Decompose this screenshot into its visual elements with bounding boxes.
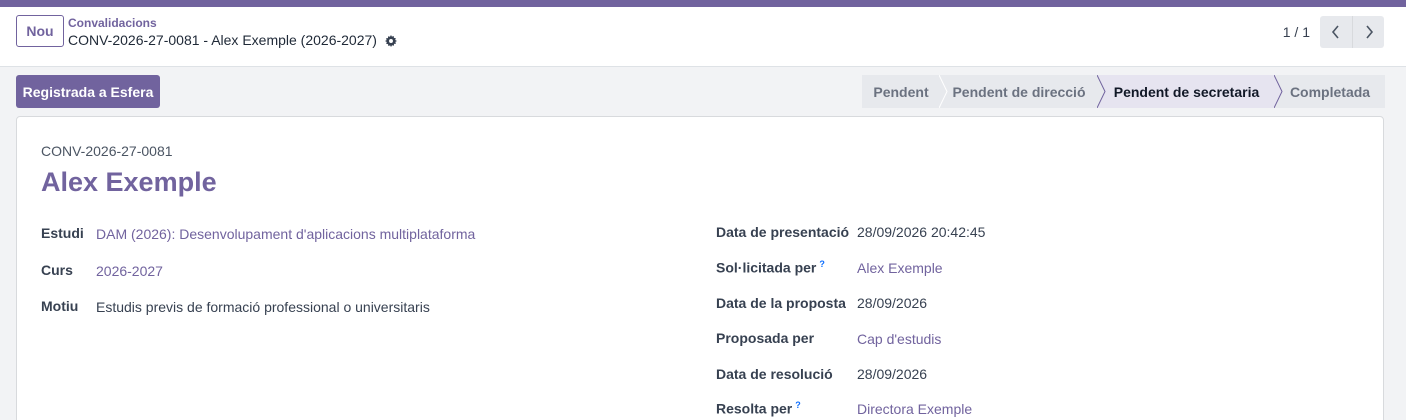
label-data-presentacio: Data de presentació	[716, 224, 850, 240]
label-resolta-per: Resolta per?	[716, 400, 801, 417]
record-name: Alex Exemple	[41, 167, 217, 197]
label-text: Resolta per	[716, 400, 793, 417]
stage-label: Completada	[1289, 83, 1371, 100]
label-data-resolucio: Data de resolució	[716, 366, 833, 382]
value-data-proposta: 28/09/2026	[857, 295, 928, 311]
label-proposada-per: Proposada per	[716, 330, 815, 346]
pager-value[interactable]: 1 / 1	[1270, 24, 1310, 40]
stage-label: Pendent de direcció	[952, 83, 1086, 100]
registrada-esfera-button[interactable]: Registrada a Esfera	[16, 75, 160, 108]
value-data-resolucio: 28/09/2026	[857, 366, 928, 382]
value-data-presentacio: 28/09/2026 20:42:45	[857, 224, 986, 240]
value-proposada-per[interactable]: Cap d'estudis	[857, 331, 941, 347]
status-bar: Pendent Pendent de direcció Pendent de s…	[862, 75, 1385, 108]
stage-label: Pendent	[873, 83, 929, 100]
top-accent-bar	[0, 0, 1406, 7]
stage-pendent[interactable]: Pendent	[862, 75, 948, 108]
stage-pendent-direccio[interactable]: Pendent de direcció	[940, 75, 1106, 108]
record-title-text: CONV-2026-27-0081 - Alex Exemple (2026-2…	[68, 32, 377, 48]
help-tooltip-icon[interactable]: ?	[819, 259, 825, 269]
pager-next-button[interactable]	[1352, 16, 1384, 48]
record-title: CONV-2026-27-0081 - Alex Exemple (2026-2…	[68, 32, 397, 48]
form-sheet: CONV-2026-27-0081 Alex Exemple Estudi DA…	[16, 116, 1384, 420]
breadcrumb-convalidacions[interactable]: Convalidacions	[68, 16, 157, 30]
label-motiu: Motiu	[41, 298, 79, 314]
control-panel: Nou Convalidacions CONV-2026-27-0081 - A…	[0, 7, 1406, 67]
stage-label: Pendent de secretaria	[1113, 83, 1260, 100]
value-resolta-per[interactable]: Directora Exemple	[857, 401, 972, 417]
pager-previous-button[interactable]	[1320, 16, 1352, 48]
new-button[interactable]: Nou	[16, 15, 64, 47]
record-reference: CONV-2026-27-0081	[41, 143, 173, 159]
stage-pendent-secretaria[interactable]: Pendent de secretaria	[1098, 75, 1283, 108]
label-data-proposta: Data de la proposta	[716, 295, 846, 311]
gear-icon[interactable]	[384, 34, 397, 47]
value-curs[interactable]: 2026-2027	[96, 263, 163, 279]
chevron-left-icon	[1331, 25, 1339, 39]
stage-separator	[1097, 75, 1106, 108]
stage-completada[interactable]: Completada	[1275, 75, 1385, 108]
label-estudi: Estudi	[41, 225, 84, 241]
stage-separator	[939, 75, 948, 108]
value-motiu: Estudis previs de formació professional …	[96, 299, 430, 315]
value-sollicitada-per[interactable]: Alex Exemple	[857, 260, 943, 276]
label-curs: Curs	[41, 262, 73, 278]
value-estudi[interactable]: DAM (2026): Desenvolupament d'aplicacion…	[96, 226, 475, 242]
label-sollicitada-per: Sol·licitada per?	[716, 259, 825, 276]
help-tooltip-icon[interactable]: ?	[795, 400, 801, 410]
stage-separator	[1274, 75, 1283, 108]
chevron-right-icon	[1365, 25, 1373, 39]
label-text: Sol·licitada per	[716, 259, 817, 276]
